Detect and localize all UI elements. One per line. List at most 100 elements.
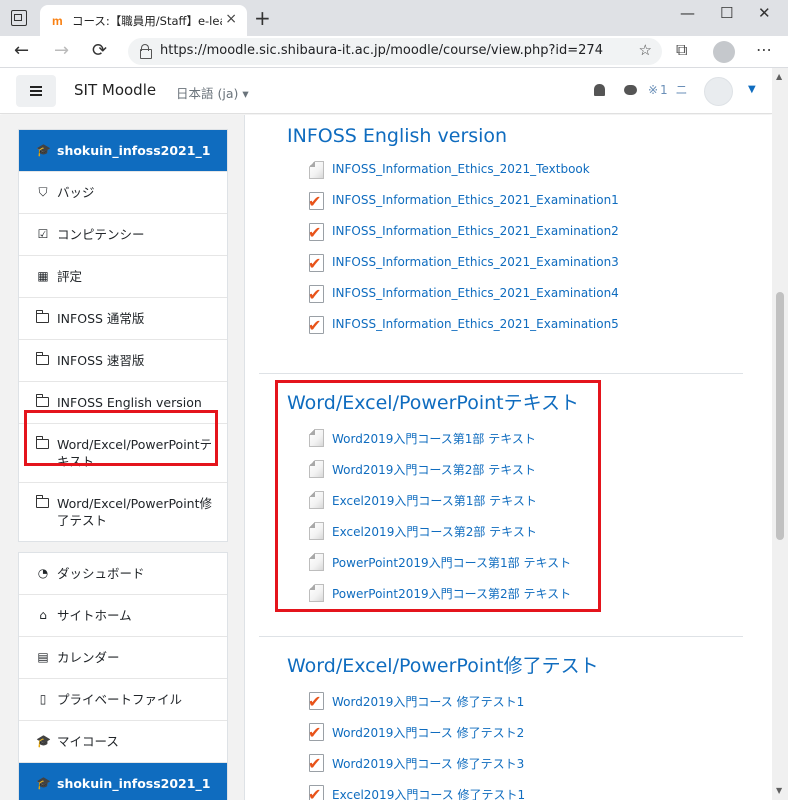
sidebar-item-label: INFOSS 通常版 [57, 311, 145, 326]
messages-icon[interactable] [624, 85, 637, 95]
url-text[interactable]: https://moodle.sic.shibaura-it.ac.jp/moo… [160, 43, 603, 58]
sidebar-item-label: マイコース [57, 734, 119, 749]
forward-button[interactable]: → [54, 40, 69, 61]
activity-link[interactable]: INFOSS_Information_Ethics_2021_Examinati… [332, 255, 619, 269]
close-window-button[interactable]: ✕ [758, 4, 771, 22]
window-menu-icon[interactable] [11, 10, 27, 26]
activity-link[interactable]: Excel2019入門コース第1部 テキスト [332, 492, 537, 509]
activity-link[interactable]: Word2019入門コース 修了テスト3 [332, 755, 524, 772]
scroll-thumb[interactable] [776, 292, 784, 540]
activity-item[interactable]: Excel2019入門コース第2部 テキスト [259, 517, 743, 548]
sidebar-item-course[interactable]: 🎓 shokuin_infoss2021_1 [19, 130, 227, 171]
activity-link[interactable]: Word2019入門コース第2部 テキスト [332, 461, 536, 478]
activity-item[interactable]: Excel2019入門コース第1部 テキスト [259, 486, 743, 517]
activity-item[interactable]: ✔ INFOSS_Information_Ethics_2021_Examina… [259, 311, 743, 342]
sidebar-item-badges[interactable]: ⛉ バッジ [19, 171, 227, 213]
activity-item[interactable]: Word2019入門コース第1部 テキスト [259, 424, 743, 455]
sidebar-item-dashboard[interactable]: ◔ ダッシュボード [19, 553, 227, 594]
sidebar-item-section-3[interactable]: INFOSS English version [19, 381, 227, 423]
add-favorite-icon[interactable]: ☆ [639, 41, 652, 59]
activity-item[interactable]: ✔ INFOSS_Information_Ethics_2021_Examina… [259, 218, 743, 249]
avatar[interactable] [704, 77, 733, 106]
sidebar-item-grades[interactable]: ▦ 評定 [19, 255, 227, 297]
scroll-down-icon[interactable]: ▼ [776, 786, 782, 795]
activity-link[interactable]: Excel2019入門コース第2部 テキスト [332, 523, 537, 540]
address-bar-row: ← → ⟳ https://moodle.sic.shibaura-it.ac.… [0, 36, 788, 68]
page-icon [309, 460, 324, 478]
activity-item[interactable]: ✔ Word2019入門コース 修了テスト1 [259, 687, 743, 718]
browser-tab[interactable]: m コース:【職員用/Staff】e-learning × [40, 5, 247, 36]
activity-item[interactable]: ✔ Word2019入門コース 修了テスト3 [259, 749, 743, 780]
activity-link[interactable]: INFOSS_Information_Ethics_2021_Examinati… [332, 193, 619, 207]
minimize-button[interactable]: — [680, 4, 695, 22]
home-icon: ⌂ [39, 608, 47, 622]
table-icon: ▦ [37, 269, 49, 283]
reload-button[interactable]: ⟳ [92, 40, 107, 61]
graduation-cap-icon: 🎓 [36, 734, 51, 748]
user-menu-caret-icon[interactable]: ▼ [748, 84, 756, 95]
sidebar-item-section-4[interactable]: Word/Excel/PowerPointテキスト [19, 423, 227, 482]
sidebar-item-label: プライベートファイル [57, 692, 183, 707]
graduation-cap-icon: 🎓 [36, 143, 51, 157]
page-scrollbar[interactable]: ▲ ▼ [772, 68, 788, 800]
activity-link[interactable]: INFOSS_Information_Ethics_2021_Examinati… [332, 286, 619, 300]
url-input[interactable]: https://moodle.sic.shibaura-it.ac.jp/moo… [128, 38, 662, 65]
activity-item[interactable]: ✔ Excel2019入門コース 修了テスト1 [259, 780, 743, 800]
collections-icon[interactable]: ⧉ [676, 40, 687, 60]
activity-link[interactable]: INFOSS_Information_Ethics_2021_Textbook [332, 162, 590, 176]
section-title[interactable]: Word/Excel/PowerPointテキスト [287, 388, 743, 415]
activity-item[interactable]: Word2019入門コース第2部 テキスト [259, 455, 743, 486]
page-icon [309, 553, 324, 571]
section-office-tests: Word/Excel/PowerPoint修了テスト ✔ Word2019入門コ… [259, 651, 743, 800]
sidebar-item-calendar[interactable]: ▤ カレンダー [19, 636, 227, 678]
sidebar-item-course-current[interactable]: 🎓 shokuin_infoss2021_1 [19, 762, 227, 800]
page-icon [309, 429, 324, 447]
activity-link[interactable]: PowerPoint2019入門コース第2部 テキスト [332, 585, 571, 602]
tab-close-icon[interactable]: × [225, 11, 237, 27]
activity-item[interactable]: PowerPoint2019入門コース第1部 テキスト [259, 548, 743, 579]
sidebar-item-label: INFOSS 速習版 [57, 353, 145, 368]
sidebar-item-label: コンピテンシー [57, 227, 145, 242]
page-icon [309, 584, 324, 602]
maximize-button[interactable]: ☐ [720, 4, 733, 22]
activity-item[interactable]: ✔ Word2019入門コース 修了テスト2 [259, 718, 743, 749]
sidebar-item-section-5[interactable]: Word/Excel/PowerPoint修了テスト [19, 482, 227, 541]
sidebar-item-section-2[interactable]: INFOSS 速習版 [19, 339, 227, 381]
activity-link[interactable]: Excel2019入門コース 修了テスト1 [332, 786, 525, 800]
sidebar-item-private-files[interactable]: ▯ プライベートファイル [19, 678, 227, 720]
checkbox-icon: ☑ [37, 227, 49, 241]
browser-tab-strip: m コース:【職員用/Staff】e-learning × + — ☐ ✕ [0, 0, 788, 36]
activity-link[interactable]: INFOSS_Information_Ethics_2021_Examinati… [332, 224, 619, 238]
site-brand[interactable]: SIT Moodle [74, 81, 156, 99]
activity-item[interactable]: PowerPoint2019入門コース第2部 テキスト [259, 579, 743, 610]
section-title[interactable]: INFOSS English version [287, 125, 743, 147]
activity-link[interactable]: Word2019入門コース 修了テスト1 [332, 693, 524, 710]
section-title[interactable]: Word/Excel/PowerPoint修了テスト [287, 651, 743, 678]
scroll-up-icon[interactable]: ▲ [776, 72, 782, 81]
sidebar-item-site-home[interactable]: ⌂ サイトホーム [19, 594, 227, 636]
activity-item[interactable]: ✔ INFOSS_Information_Ethics_2021_Examina… [259, 280, 743, 311]
sidebar-item-my-courses[interactable]: 🎓 マイコース [19, 720, 227, 762]
site-nav-group: ◔ ダッシュボード ⌂ サイトホーム ▤ カレンダー ▯ プライベートファイル … [18, 552, 228, 800]
activity-item[interactable]: INFOSS_Information_Ethics_2021_Textbook [259, 156, 743, 187]
new-tab-button[interactable]: + [254, 6, 271, 30]
notification-bell-icon[interactable] [594, 84, 605, 96]
activity-item[interactable]: ✔ INFOSS_Information_Ethics_2021_Examina… [259, 187, 743, 218]
activity-link[interactable]: PowerPoint2019入門コース第1部 テキスト [332, 554, 571, 571]
browser-profile-avatar[interactable] [713, 41, 735, 63]
sidebar-item-section-1[interactable]: INFOSS 通常版 [19, 297, 227, 339]
page-body: 🎓 shokuin_infoss2021_1 ⛉ バッジ ☑ コンピテンシー ▦… [0, 115, 772, 800]
back-button[interactable]: ← [14, 40, 29, 61]
activity-link[interactable]: Word2019入門コース 修了テスト2 [332, 724, 524, 741]
user-name[interactable]: ※1 ニ [648, 81, 690, 98]
drawer-toggle-button[interactable] [16, 75, 56, 107]
sidebar-item-label: shokuin_infoss2021_1 [57, 143, 211, 158]
sidebar-item-competencies[interactable]: ☑ コンピテンシー [19, 213, 227, 255]
lock-icon[interactable] [140, 44, 152, 59]
activity-link[interactable]: INFOSS_Information_Ethics_2021_Examinati… [332, 317, 619, 331]
activity-item[interactable]: ✔ INFOSS_Information_Ethics_2021_Examina… [259, 249, 743, 280]
page-icon [309, 491, 324, 509]
browser-menu-icon[interactable]: ⋯ [756, 40, 772, 59]
language-menu[interactable]: 日本語 (ja) ▾ [176, 83, 249, 102]
activity-link[interactable]: Word2019入門コース第1部 テキスト [332, 430, 536, 447]
